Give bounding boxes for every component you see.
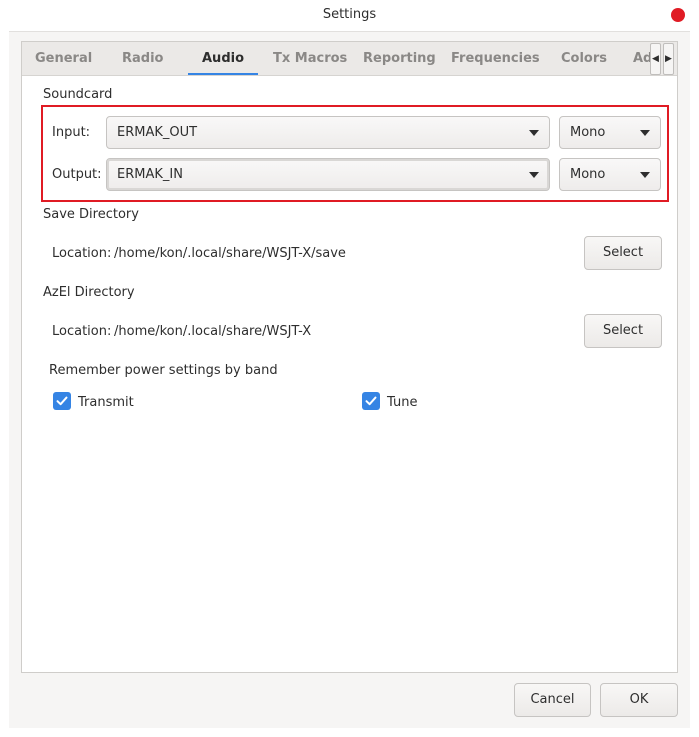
tab-reporting[interactable]: Reporting xyxy=(363,42,436,75)
chevron-down-icon xyxy=(640,172,650,178)
tab-scroll-right-icon[interactable]: ▶ xyxy=(663,43,674,75)
output-channel-value: Mono xyxy=(570,167,606,182)
tab-audio[interactable]: Audio xyxy=(187,42,259,75)
azel-directory-heading: AzEl Directory xyxy=(43,285,135,300)
settings-window: Settings General Radio Audio Tx Macros R… xyxy=(9,0,690,728)
tab-general[interactable]: General xyxy=(35,42,92,75)
azel-location-label: Location: xyxy=(52,324,112,339)
tab-radio[interactable]: Radio xyxy=(122,42,163,75)
output-device-value: ERMAK_IN xyxy=(117,167,183,182)
output-label: Output: xyxy=(52,167,102,182)
cancel-button[interactable]: Cancel xyxy=(514,683,591,717)
title-bar[interactable]: Settings xyxy=(9,0,690,32)
soundcard-heading: Soundcard xyxy=(43,87,113,102)
settings-panel: General Radio Audio Tx Macros Reporting … xyxy=(21,41,678,673)
chevron-down-icon xyxy=(529,172,539,178)
transmit-checkbox[interactable] xyxy=(53,392,71,410)
output-channel-select[interactable]: Mono xyxy=(559,158,661,191)
save-location-label: Location: xyxy=(52,246,112,261)
transmit-label: Transmit xyxy=(78,395,134,410)
azel-select-button[interactable]: Select xyxy=(584,314,662,348)
input-label: Input: xyxy=(52,125,91,140)
ok-button[interactable]: OK xyxy=(600,683,678,717)
tune-checkbox[interactable] xyxy=(362,392,380,410)
save-directory-heading: Save Directory xyxy=(43,207,139,222)
save-select-button[interactable]: Select xyxy=(584,236,662,270)
input-device-select[interactable]: ERMAK_OUT xyxy=(106,116,550,149)
chevron-down-icon xyxy=(529,130,539,136)
tune-label: Tune xyxy=(387,395,418,410)
chevron-down-icon xyxy=(640,130,650,136)
close-icon[interactable] xyxy=(671,8,685,22)
tab-frequencies[interactable]: Frequencies xyxy=(451,42,540,75)
power-settings-heading: Remember power settings by band xyxy=(49,363,278,378)
save-location-path: /home/kon/.local/share/WSJT-X/save xyxy=(114,246,346,261)
window-title: Settings xyxy=(322,7,377,22)
tab-tx-macros[interactable]: Tx Macros xyxy=(273,42,347,75)
checkmark-icon xyxy=(56,396,68,406)
input-device-value: ERMAK_OUT xyxy=(117,125,198,140)
output-device-select[interactable]: ERMAK_IN xyxy=(106,158,550,191)
checkmark-icon xyxy=(365,396,377,406)
tab-colors[interactable]: Colors xyxy=(561,42,607,75)
tab-bar: General Radio Audio Tx Macros Reporting … xyxy=(22,42,677,76)
tab-scroll-left-icon[interactable]: ◀ xyxy=(650,43,661,75)
input-channel-select[interactable]: Mono xyxy=(559,116,661,149)
input-channel-value: Mono xyxy=(570,125,606,140)
azel-location-path: /home/kon/.local/share/WSJT-X xyxy=(114,324,312,339)
